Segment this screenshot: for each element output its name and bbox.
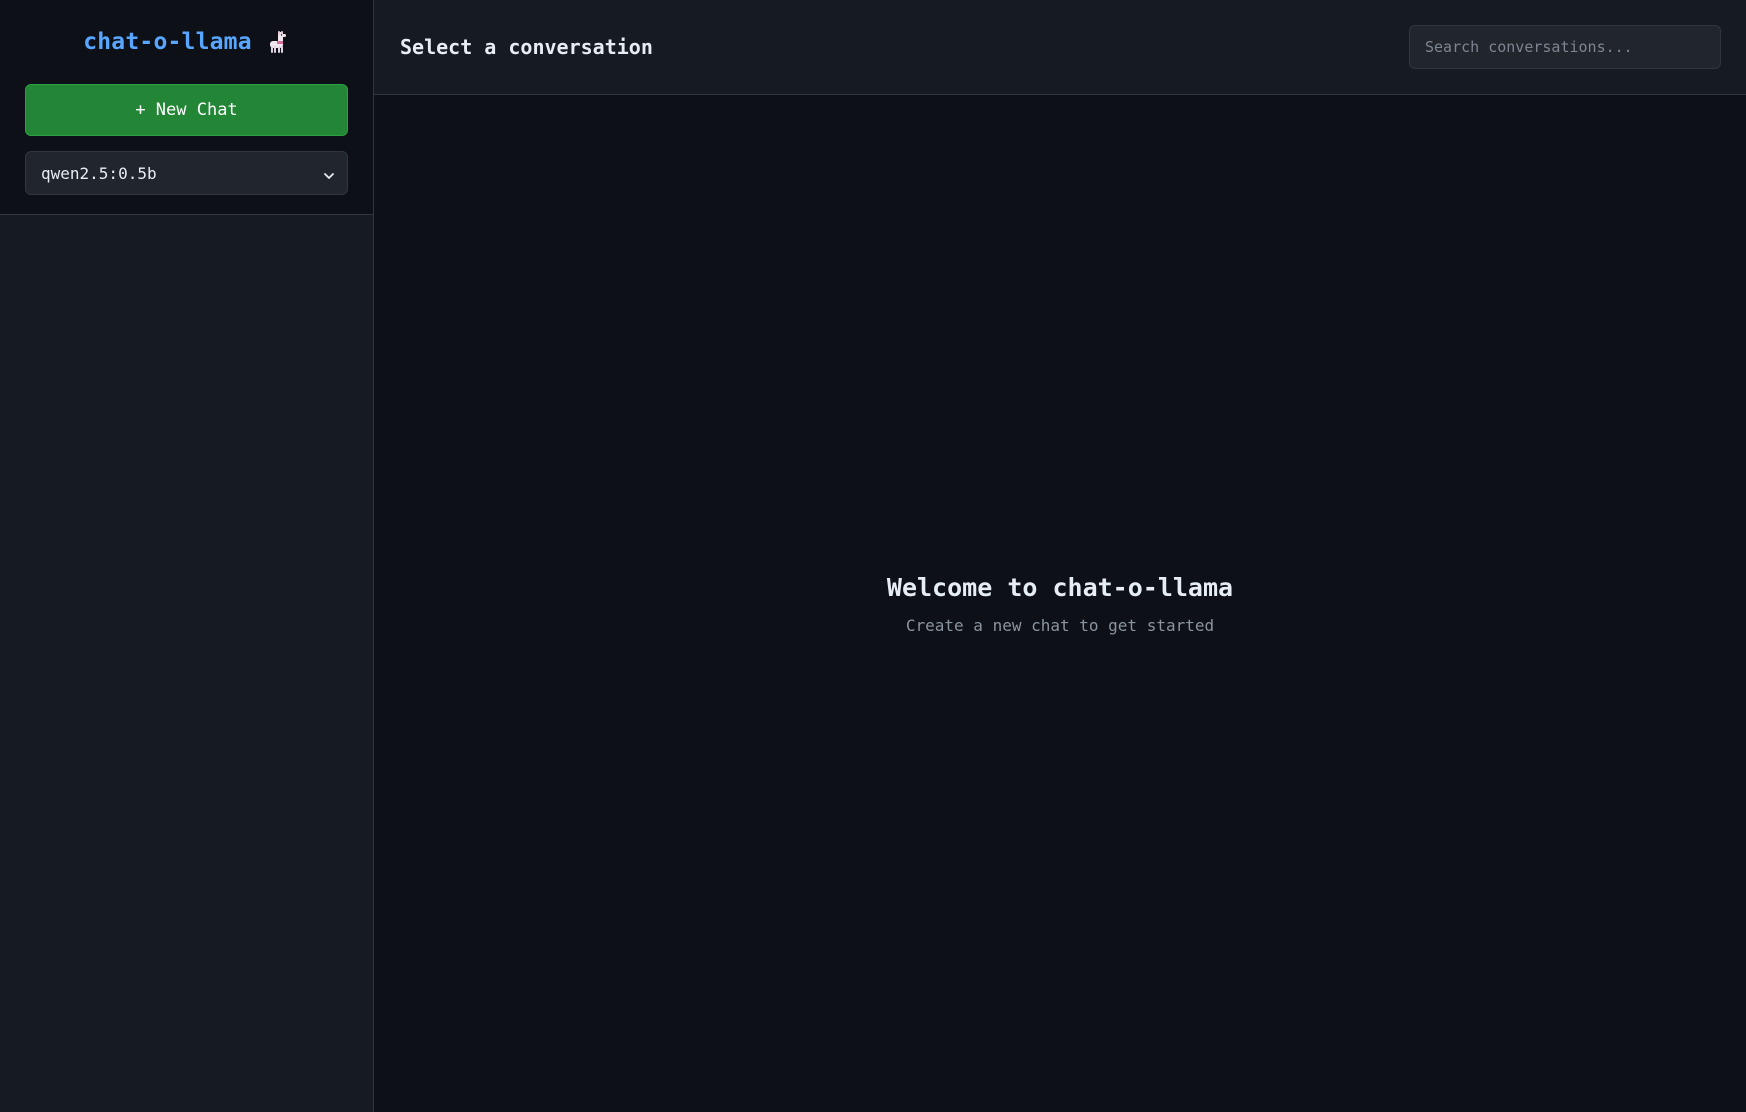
main-header: Select a conversation bbox=[374, 0, 1746, 95]
logo-text: chat-o-llama bbox=[83, 29, 252, 55]
welcome-subtitle: Create a new chat to get started bbox=[905, 615, 1215, 635]
chat-area: Welcome to chat-o-llama Create a new cha… bbox=[374, 95, 1746, 1112]
conversation-list bbox=[0, 215, 373, 1112]
app-root: chat-o-llama + New Chat qwen2.5:0.5b Sel… bbox=[0, 0, 1746, 1112]
new-chat-button[interactable]: + New Chat bbox=[25, 84, 348, 136]
logo: chat-o-llama bbox=[25, 0, 348, 84]
model-select-value: qwen2.5:0.5b bbox=[41, 163, 157, 183]
page-title: Select a conversation bbox=[400, 35, 653, 59]
sidebar: chat-o-llama + New Chat qwen2.5:0.5b bbox=[0, 0, 374, 1112]
search-input[interactable] bbox=[1409, 25, 1721, 69]
llama-icon bbox=[266, 30, 290, 54]
welcome-title: Welcome to chat-o-llama bbox=[886, 572, 1234, 602]
sidebar-header: chat-o-llama + New Chat qwen2.5:0.5b bbox=[0, 0, 373, 215]
chevron-down-icon bbox=[323, 167, 335, 179]
model-select[interactable]: qwen2.5:0.5b bbox=[25, 151, 348, 195]
main-panel: Select a conversation Welcome to chat-o-… bbox=[374, 0, 1746, 1112]
